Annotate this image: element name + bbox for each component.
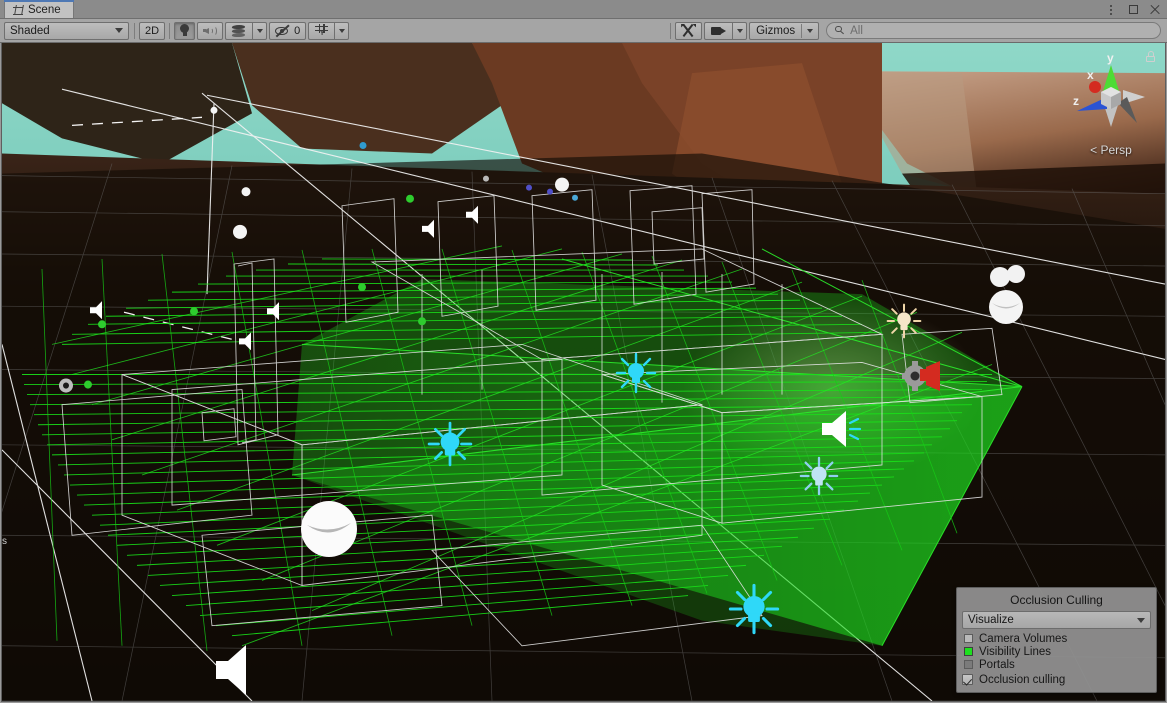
chevron-down-icon: [807, 28, 814, 33]
hidden-objects-button[interactable]: 0: [269, 21, 307, 40]
visibility-lines-label: Visibility Lines: [979, 645, 1052, 658]
chevron-down-icon: [736, 28, 743, 33]
occlusion-mode-dropdown[interactable]: Visualize: [962, 611, 1151, 629]
toolbar-separator: [670, 22, 672, 39]
draw-mode-value: Shaded: [10, 24, 50, 37]
camera-volumes-label: Camera Volumes: [979, 632, 1068, 645]
grid-visibility-icon: Y: [315, 24, 329, 37]
scene-lighting-toggle[interactable]: [174, 21, 196, 40]
occlusion-culling-row[interactable]: Occlusion culling: [962, 672, 1151, 687]
window-controls: [1101, 0, 1165, 19]
toolbar-separator: [134, 22, 135, 39]
point-light-icon: [799, 456, 839, 496]
scene-camera-control: [704, 21, 748, 40]
audio-listener-icon: [216, 645, 246, 695]
portals-swatch[interactable]: [964, 660, 973, 669]
chevron-down-icon: [256, 28, 263, 33]
search-icon: [835, 25, 845, 36]
gizmos-dropdown[interactable]: [802, 28, 818, 33]
scene-audio-icon: [203, 25, 218, 36]
search-field[interactable]: [826, 22, 1162, 39]
scene-view-window: Scene Shaded 2D 0 Y Gizmos All y z x < P…: [0, 0, 1167, 703]
scene-lighting-icon: [180, 24, 190, 37]
point-light-icon: [886, 303, 922, 339]
close-icon[interactable]: [1145, 1, 1165, 19]
occlusion-culling-label: Occlusion culling: [979, 673, 1066, 686]
chevron-down-icon: [338, 28, 345, 33]
occlusion-culling-panel[interactable]: Occlusion Culling Visualize Camera Volum…: [956, 587, 1157, 693]
tab-scene[interactable]: Scene: [4, 0, 74, 18]
hidden-objects-icon: [275, 24, 290, 38]
toolbar-separator: [169, 22, 171, 39]
legend-row-portals[interactable]: Portals: [964, 658, 1151, 671]
gizmos-control[interactable]: Gizmos: [749, 21, 820, 40]
scene-effects-icon: [231, 24, 246, 37]
grid-hash-icon: [13, 5, 23, 15]
tab-scene-label: Scene: [28, 3, 61, 16]
point-light-icon: [728, 583, 780, 635]
scene-camera-icon: [711, 26, 727, 36]
draw-mode-dropdown[interactable]: Shaded: [4, 21, 129, 40]
point-light-icon: [615, 352, 657, 394]
toggle-2d-button[interactable]: 2D: [139, 21, 166, 40]
occlusion-mode-value: Visualize: [968, 614, 1014, 626]
sphere-gizmo-icon: [989, 265, 1025, 324]
scene-camera-button[interactable]: [704, 21, 733, 40]
search-input[interactable]: [850, 24, 1153, 37]
scene-effects-dropdown[interactable]: [252, 21, 268, 40]
camera-volumes-swatch[interactable]: [964, 634, 973, 643]
audio-source-icon: [822, 411, 862, 447]
maximize-icon[interactable]: [1123, 1, 1143, 19]
component-tools-icon: [681, 23, 697, 38]
chevron-down-icon: [115, 28, 123, 33]
gizmos-label: Gizmos: [756, 24, 796, 37]
scene-toolbar: Shaded 2D 0 Y Gizmos All: [0, 19, 1167, 43]
portals-label: Portals: [979, 658, 1015, 671]
grid-visibility-toggle[interactable]: Y: [308, 21, 335, 40]
scene-effects-control: [225, 21, 268, 40]
occlusion-panel-title: Occlusion Culling: [1010, 593, 1103, 607]
point-light-icon: [427, 421, 473, 467]
scene-effects-toggle[interactable]: [225, 21, 253, 40]
window-menu-icon[interactable]: [1101, 1, 1121, 19]
toggle-2d-label: 2D: [145, 24, 160, 37]
scene-audio-toggle[interactable]: [197, 21, 224, 40]
component-tools-button[interactable]: [675, 21, 703, 40]
scene-camera-dropdown[interactable]: [732, 21, 748, 40]
grid-visibility-dropdown[interactable]: [334, 21, 350, 40]
chevron-down-icon: [1137, 617, 1145, 623]
legend-row-visibility-lines[interactable]: Visibility Lines: [964, 645, 1151, 658]
hidden-objects-count: 0: [294, 24, 301, 37]
camera-icon: [902, 361, 940, 391]
visibility-lines-swatch[interactable]: [964, 647, 973, 656]
tab-bar: Scene: [0, 0, 1167, 19]
legend-row-camera-volumes[interactable]: Camera Volumes: [964, 632, 1151, 645]
occlusion-culling-checkbox[interactable]: [962, 674, 973, 685]
grid-visibility-control: Y: [308, 21, 350, 40]
scene-viewport[interactable]: y z x < Persp s Occlusion Culling Visual…: [1, 43, 1166, 702]
sphere-gizmo-icon: [301, 501, 357, 557]
